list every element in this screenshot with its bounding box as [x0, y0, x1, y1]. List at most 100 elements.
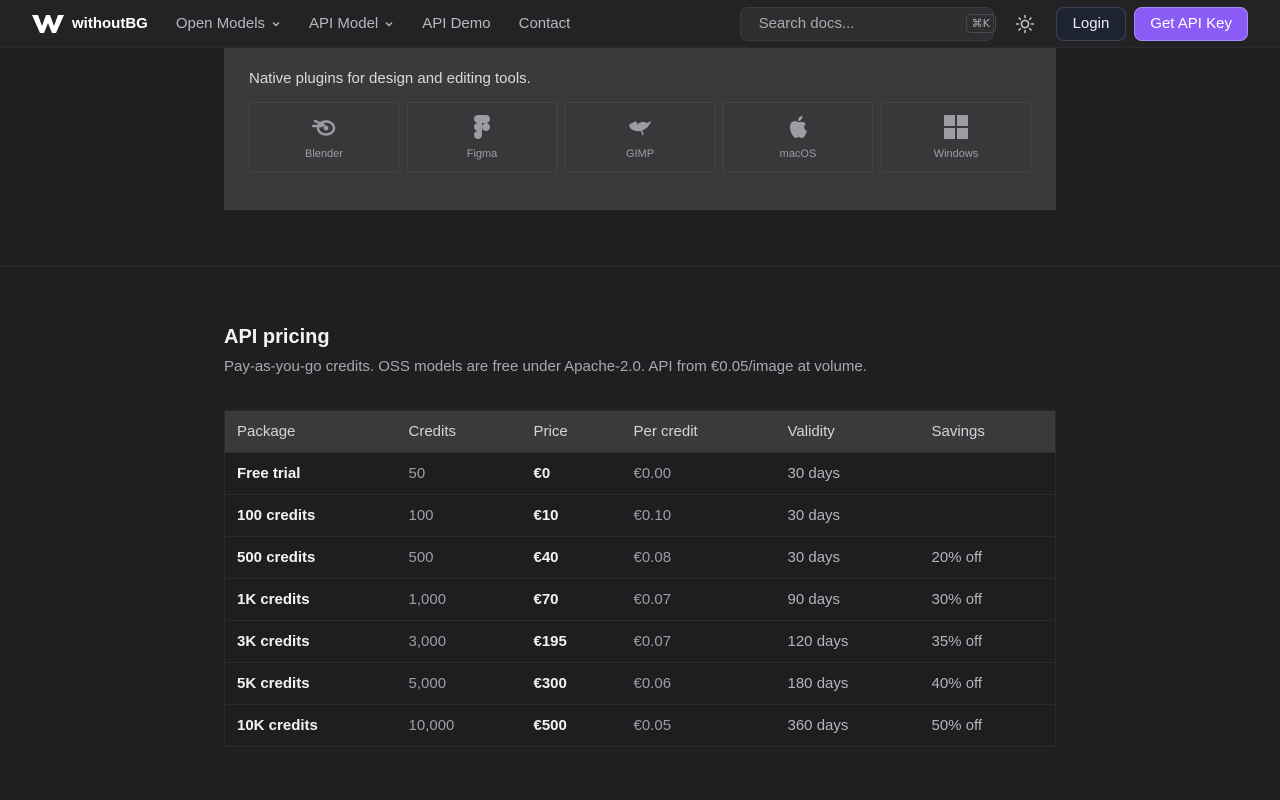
tool-label: Windows	[933, 148, 979, 160]
cell-per-credit: €0.07	[621, 578, 776, 621]
tool-macos[interactable]: macOS	[723, 102, 873, 172]
cell-price: €40	[521, 536, 622, 579]
col-package: Package	[224, 410, 397, 453]
cell-per-credit: €0.06	[621, 662, 776, 705]
cell-per-credit: €0.07	[621, 620, 776, 663]
cell-package: 5K credits	[224, 662, 397, 705]
tool-gimp[interactable]: GIMP	[565, 102, 715, 172]
logo-icon	[32, 14, 64, 33]
cell-package: 1K credits	[224, 578, 397, 621]
nav-open-models-label: Open Models	[175, 15, 266, 32]
nav-open-models[interactable]: Open Models	[176, 15, 281, 32]
cell-package: 100 credits	[224, 494, 397, 537]
col-validity: Validity	[775, 410, 920, 453]
gimp-icon	[627, 114, 653, 140]
apple-icon	[785, 114, 811, 140]
col-per-credit: Per credit	[621, 410, 776, 453]
nav-api-model-label: API Model	[309, 15, 379, 32]
nav-api-demo[interactable]: API Demo	[422, 15, 490, 32]
cell-credits: 5,000	[396, 662, 522, 705]
pricing-title: API pricing	[224, 326, 330, 348]
cell-savings: 20% off	[919, 536, 1056, 579]
pricing-table: Package Credits Price Per credit Validit…	[224, 410, 1056, 747]
search-input[interactable]	[758, 15, 958, 32]
table-row: 1K credits 1,000 €70 €0.07 90 days 30% o…	[224, 578, 1056, 621]
tool-windows[interactable]: Windows	[881, 102, 1031, 172]
table-row: 500 credits 500 €40 €0.08 30 days 20% of…	[224, 536, 1056, 579]
cell-credits: 100	[396, 494, 522, 537]
table-row: Free trial 50 €0 €0.00 30 days	[224, 452, 1056, 495]
cell-credits: 1,000	[396, 578, 522, 621]
chevron-down-icon	[272, 21, 280, 26]
cell-price: €500	[521, 704, 622, 747]
cell-validity: 30 days	[775, 452, 920, 495]
cell-package: 3K credits	[224, 620, 397, 663]
cell-savings: 50% off	[919, 704, 1056, 747]
get-api-key-button[interactable]: Get API Key	[1134, 6, 1248, 41]
cell-savings	[919, 494, 1056, 537]
sun-icon	[1015, 14, 1034, 33]
tool-label: macOS	[779, 148, 817, 160]
cell-package: 500 credits	[224, 536, 397, 579]
tool-label: GIMP	[625, 148, 655, 160]
cell-per-credit: €0.00	[621, 452, 776, 495]
tool-label: Figma	[466, 148, 498, 160]
login-button[interactable]: Login	[1055, 6, 1127, 41]
nav-api-demo-label: API Demo	[422, 15, 491, 32]
nav-links: Open Models API Model API Demo Contact	[176, 15, 570, 32]
cell-price: €300	[521, 662, 622, 705]
top-nav: withoutBG Open Models API Model API Demo…	[0, 0, 1280, 48]
cell-price: €0	[521, 452, 622, 495]
table-row: 10K credits 10,000 €500 €0.05 360 days 5…	[224, 704, 1056, 747]
cell-validity: 180 days	[775, 662, 920, 705]
windows-icon	[943, 114, 969, 140]
cell-per-credit: €0.05	[621, 704, 776, 747]
cell-credits: 500	[396, 536, 522, 579]
table-row: 100 credits 100 €10 €0.10 30 days	[224, 494, 1056, 537]
nav-right: ⌘K Login Get API Key	[739, 6, 1248, 41]
cell-package: 10K credits	[224, 704, 397, 747]
cell-credits: 10,000	[396, 704, 522, 747]
brand-name: withoutBG	[72, 15, 148, 32]
col-price: Price	[521, 410, 622, 453]
cell-price: €70	[521, 578, 622, 621]
cell-savings: 35% off	[919, 620, 1056, 663]
figma-icon	[469, 114, 495, 140]
col-credits: Credits	[396, 410, 522, 453]
pricing-subtitle: Pay-as-you-go credits. OSS models are fr…	[224, 358, 867, 375]
cell-price: €10	[521, 494, 622, 537]
cell-credits: 50	[396, 452, 522, 495]
theme-toggle[interactable]	[1010, 9, 1040, 39]
cell-savings: 40% off	[919, 662, 1056, 705]
section-divider	[0, 266, 1280, 267]
cell-per-credit: €0.08	[621, 536, 776, 579]
plugins-card: Native plugins for design and editing to…	[224, 40, 1056, 210]
plugins-description: Native plugins for design and editing to…	[249, 70, 531, 87]
blender-icon	[311, 114, 337, 140]
cell-per-credit: €0.10	[621, 494, 776, 537]
cell-validity: 360 days	[775, 704, 920, 747]
tool-blender[interactable]: Blender	[249, 102, 399, 172]
tool-label: Blender	[305, 148, 343, 160]
search-shortcut: ⌘K	[965, 14, 996, 33]
cell-credits: 3,000	[396, 620, 522, 663]
tool-figma[interactable]: Figma	[407, 102, 557, 172]
col-savings: Savings	[919, 410, 1056, 453]
table-row: 5K credits 5,000 €300 €0.06 180 days 40%…	[224, 662, 1056, 705]
search-box[interactable]: ⌘K	[739, 6, 996, 41]
cell-price: €195	[521, 620, 622, 663]
chevron-down-icon	[385, 21, 393, 26]
cell-validity: 30 days	[775, 536, 920, 579]
brand[interactable]: withoutBG	[32, 14, 148, 33]
cell-validity: 90 days	[775, 578, 920, 621]
cell-package: Free trial	[224, 452, 397, 495]
plugin-tools: Blender Figma GIMP macOS Windows	[249, 102, 1031, 172]
cell-savings: 30% off	[919, 578, 1056, 621]
nav-contact-label: Contact	[518, 15, 571, 32]
cell-validity: 120 days	[775, 620, 920, 663]
nav-api-model[interactable]: API Model	[309, 15, 394, 32]
nav-contact[interactable]: Contact	[519, 15, 571, 32]
cell-savings	[919, 452, 1056, 495]
cell-validity: 30 days	[775, 494, 920, 537]
table-row: 3K credits 3,000 €195 €0.07 120 days 35%…	[224, 620, 1056, 663]
